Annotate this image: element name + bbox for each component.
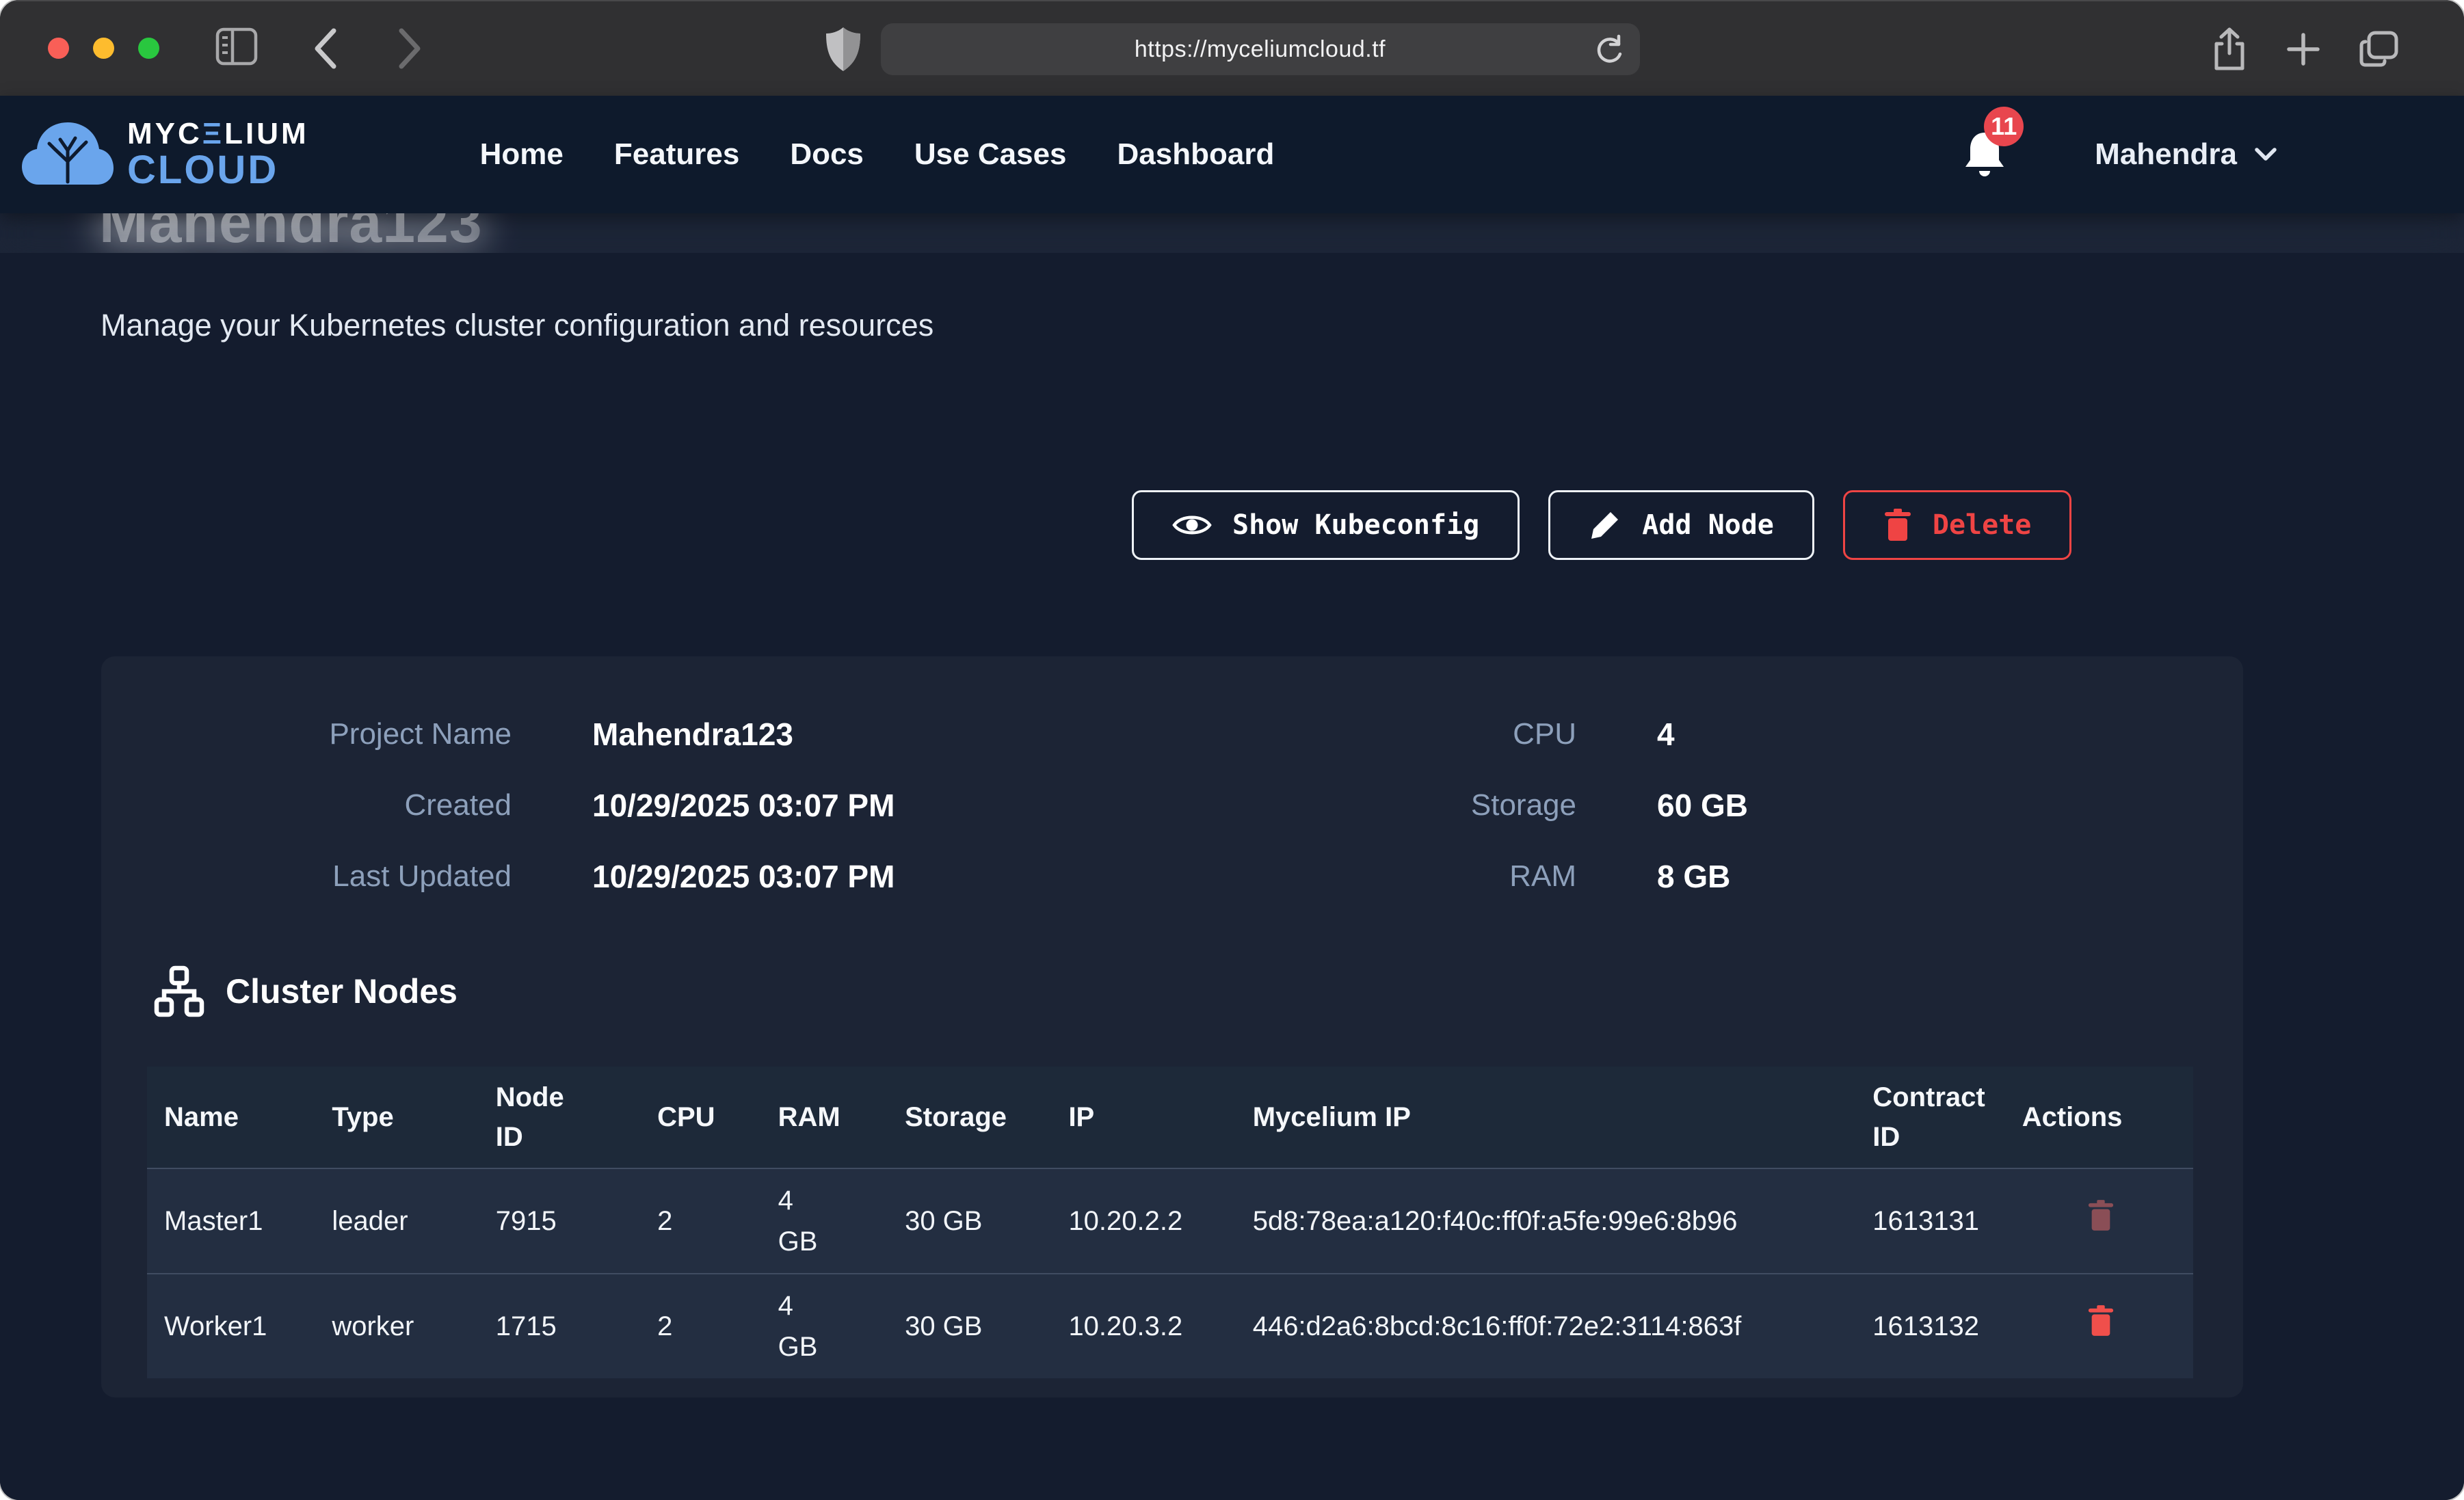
cpu-label: CPU [1226,717,1576,751]
cell-name: Worker1 [147,1274,315,1378]
reload-icon[interactable] [1593,33,1625,70]
cell-ram: 4 GB [761,1168,888,1274]
col-mycelium-ip: Mycelium IP [1236,1067,1856,1168]
col-type: Type [315,1067,478,1168]
cluster-nodes-icon [153,965,205,1017]
cell-type: leader [315,1168,478,1274]
zoom-button[interactable] [138,38,159,59]
cluster-nodes-table: Name Type Node ID CPU RAM Storage IP Myc… [147,1067,2193,1378]
cell-storage: 30 GB [888,1274,1051,1378]
cluster-nodes-title: Cluster Nodes [226,972,458,1011]
notifications-button[interactable]: 11 [1962,127,2007,182]
cell-storage: 30 GB [888,1168,1051,1274]
back-icon[interactable] [311,26,340,71]
table-header-row: Name Type Node ID CPU RAM Storage IP Myc… [147,1067,2193,1168]
cluster-info-left: Project Name Mahendra123 Created 10/29/2… [156,699,895,912]
cell-cpu: 2 [640,1274,761,1378]
cluster-info-right: CPU 4 Storage 60 GB RAM 8 GB [1226,699,1748,912]
page-title: Mahendra123 [99,213,483,256]
bell-icon [1962,173,2007,185]
last-updated-value: 10/29/2025 03:07 PM [592,858,895,895]
share-icon[interactable] [2210,26,2249,72]
logo-wordmark-line1: MYCΞLIUM [127,119,309,149]
site-header: MYCΞLIUM CLOUD Home Features Docs Use Ca… [0,96,2464,213]
minimize-button[interactable] [93,38,114,59]
cell-cpu: 2 [640,1168,761,1274]
nav-item-use-cases[interactable]: Use Cases [914,137,1067,172]
chevron-down-icon [2253,146,2278,163]
col-name: Name [147,1067,315,1168]
col-contract-id: Contract ID [1855,1067,2004,1168]
user-name: Mahendra [2095,137,2237,172]
table-row: Worker1 worker 1715 2 4 GB 30 GB 10.20.3… [147,1274,2193,1378]
notification-count-badge: 11 [1984,107,2024,146]
ram-label: RAM [1226,859,1576,894]
cell-ip: 10.20.2.2 [1051,1168,1235,1274]
cell-mycelium-ip: 5d8:78ea:a120:f40c:ff0f:a5fe:99e6:8b96 [1236,1168,1856,1274]
cell-type: worker [315,1274,478,1378]
cell-contract-id: 1613131 [1855,1168,2004,1274]
main-nav: Home Features Docs Use Cases Dashboard [480,137,1275,172]
url-text: https://myceliumcloud.tf [1135,36,1386,63]
delete-node-button[interactable] [2087,1304,2115,1337]
forward-icon[interactable] [395,26,424,71]
browser-titlebar: https://myceliumcloud.tf [0,0,2464,97]
col-ip: IP [1051,1067,1235,1168]
page-content: Mahendra123 Manage your Kubernetes clust… [0,213,2464,1500]
add-node-button[interactable]: Add Node [1548,490,1814,560]
col-cpu: CPU [640,1067,761,1168]
new-tab-icon[interactable] [2284,30,2322,68]
cell-node-id: 7915 [479,1168,640,1274]
logo-wordmark-line2: CLOUD [127,150,309,190]
delete-cluster-button[interactable]: Delete [1843,490,2072,560]
cluster-actions-toolbar: Show Kubeconfig Add Node Delete [1132,490,2071,560]
sidebar-toggle-icon[interactable] [215,27,258,66]
cell-ip: 10.20.3.2 [1051,1274,1235,1378]
address-bar[interactable]: https://myceliumcloud.tf [881,23,1640,75]
privacy-shield-icon[interactable] [825,26,862,72]
project-name-value: Mahendra123 [592,716,793,753]
close-button[interactable] [48,38,69,59]
cpu-value: 4 [1657,716,1675,753]
col-node-id: Node ID [479,1067,640,1168]
eye-icon [1172,511,1212,539]
project-name-label: Project Name [156,717,512,751]
col-ram: RAM [761,1067,888,1168]
page-subtitle: Manage your Kubernetes cluster configura… [101,308,933,343]
browser-window: https://myceliumcloud.tf MY [0,0,2464,1500]
cell-mycelium-ip: 446:d2a6:8bcd:8c16:ff0f:72e2:3114:863f [1236,1274,1856,1378]
pencil-icon [1589,509,1621,541]
cluster-details-card: Project Name Mahendra123 Created 10/29/2… [101,656,2243,1397]
cell-actions [2005,1168,2193,1274]
created-value: 10/29/2025 03:07 PM [592,787,895,824]
cell-name: Master1 [147,1168,315,1274]
trash-icon [1883,508,1912,542]
mycelium-cloud-logo[interactable]: MYCΞLIUM CLOUD [21,116,309,193]
user-menu[interactable]: Mahendra [2095,137,2278,172]
col-actions: Actions [2005,1067,2193,1168]
storage-label: Storage [1226,788,1576,822]
tab-overview-icon[interactable] [2358,30,2399,68]
last-updated-label: Last Updated [156,859,512,894]
cell-actions [2005,1274,2193,1378]
nav-item-home[interactable]: Home [480,137,564,172]
table-row: Master1 leader 7915 2 4 GB 30 GB 10.20.2… [147,1168,2193,1274]
cell-node-id: 1715 [479,1274,640,1378]
nav-item-features[interactable]: Features [614,137,739,172]
cluster-nodes-section-header: Cluster Nodes [153,965,458,1017]
show-kubeconfig-button[interactable]: Show Kubeconfig [1132,490,1520,560]
cell-ram: 4 GB [761,1274,888,1378]
delete-node-button[interactable] [2087,1199,2115,1232]
cloud-logo-icon [21,116,115,193]
nav-item-dashboard[interactable]: Dashboard [1117,137,1275,172]
nav-item-docs[interactable]: Docs [790,137,864,172]
storage-value: 60 GB [1657,787,1748,824]
ram-value: 8 GB [1657,858,1730,895]
cell-contract-id: 1613132 [1855,1274,2004,1378]
window-controls [48,38,159,59]
created-label: Created [156,788,512,822]
col-storage: Storage [888,1067,1051,1168]
